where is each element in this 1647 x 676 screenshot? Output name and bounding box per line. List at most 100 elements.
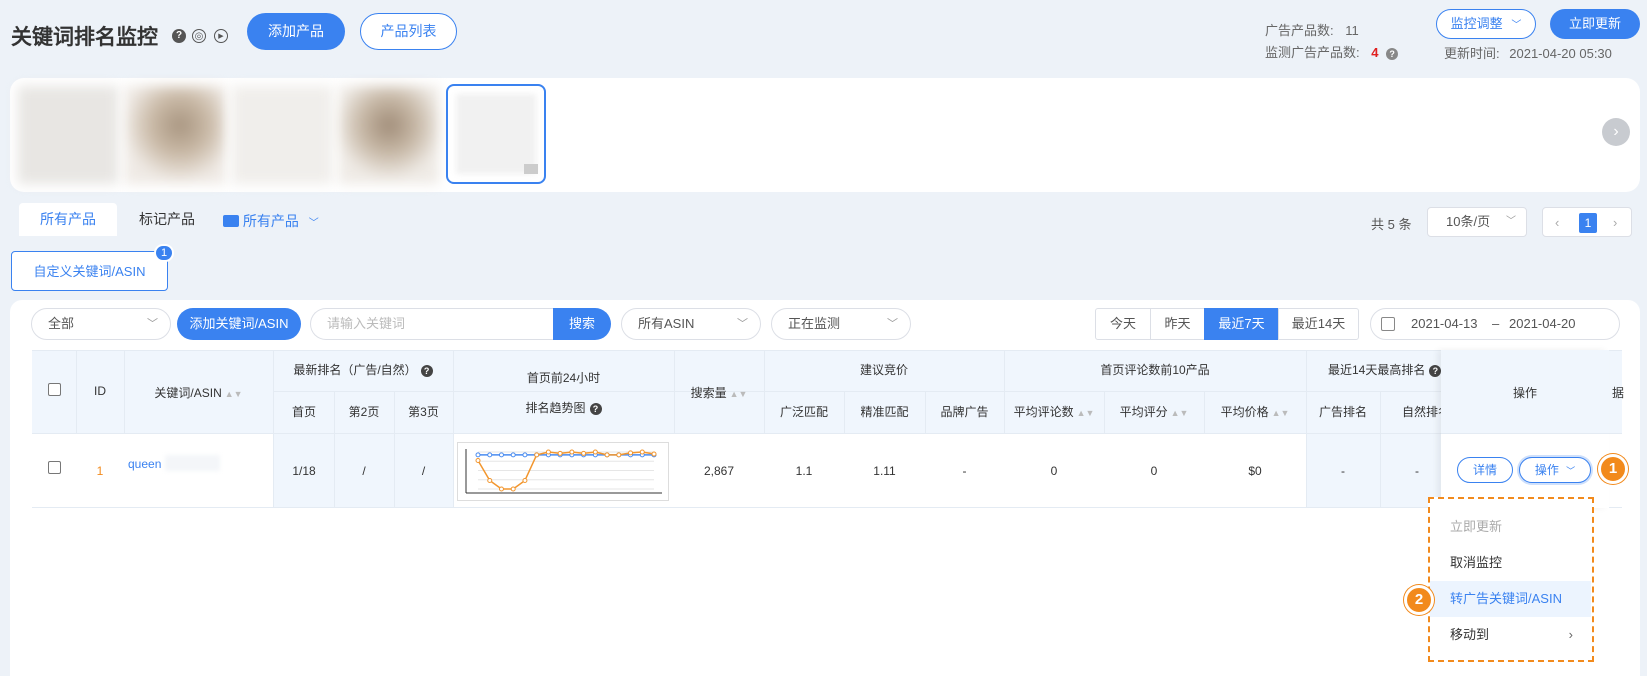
col-top10: 首页评论数前10产品 [1100,363,1210,377]
page-size-select[interactable]: 10条/页 ﹀ [1427,207,1527,237]
product-image [456,94,536,174]
row-checkbox[interactable] [48,461,61,474]
update-time-label: 更新时间: [1444,46,1500,61]
asin-select-value: 所有ASIN [638,316,695,331]
sort-icon[interactable]: ▲▼ [1077,408,1095,418]
menu-item-convert-ad-keyword[interactable]: 转广告关键词/ASIN [1430,581,1591,617]
help-icon[interactable]: ? [1386,48,1399,60]
row-avg-reviews: 0 [1050,464,1058,478]
folder-filter[interactable]: 所有产品 ﹀ [223,211,319,231]
select-all-checkbox[interactable] [48,383,61,396]
detail-button[interactable]: 详情 [1457,457,1513,483]
col-suggested-bid: 建议竞价 [859,363,908,377]
series-0-point-2 [498,452,504,458]
ad-products-value: 11 [1345,23,1359,38]
settings-circle-icon[interactable]: ◎ [192,29,206,43]
product-thumbnail[interactable] [339,86,439,184]
product-thumbnail-selected[interactable] [446,84,546,184]
series-1-point-12 [616,452,622,458]
row-avg-rating: 0 [1150,464,1158,478]
add-keyword-button[interactable]: 添加关键词/ASIN [177,308,301,340]
product-thumbnail[interactable] [18,86,118,184]
chevron-down-icon: ﹀ [1506,216,1516,227]
series-1-point-4 [522,477,528,483]
chevron-left-icon[interactable]: ‹ [1555,215,1559,230]
series-0-point-3 [510,452,516,458]
pagination: ‹ 1 › [1542,207,1632,237]
col-trend-line2: 排名趋势图 [525,401,586,415]
sort-icon[interactable]: ▲▼ [1171,408,1189,418]
search-input[interactable]: 请输入关键词 [310,308,555,340]
row-search-volume: 2,867 [703,464,735,478]
range-today[interactable]: 今天 [1095,308,1151,340]
step-marker-2: 2 [1404,585,1434,615]
update-time: 更新时间: 2021-04-20 05:30 [1444,43,1612,62]
image-corner-tag [524,164,538,174]
search-button[interactable]: 搜索 [553,308,611,340]
col-page1: 首页 [291,405,316,419]
update-now-button[interactable]: 立即更新 [1550,9,1640,39]
date-end[interactable]: 2021-04-20 [1509,309,1576,339]
col-search-volume[interactable]: 搜索量 ▲▼ [674,384,764,401]
col-avg-reviews[interactable]: 平均评论数 ▲▼ [1004,403,1104,420]
tab-marked-products[interactable]: 标记产品 [122,203,212,236]
operations-button[interactable]: 操作 ﹀ [1519,457,1591,483]
col-avg-rating-label: 平均评分 [1119,405,1168,419]
col-avg-rating[interactable]: 平均评分 ▲▼ [1104,403,1204,420]
chevron-down-icon: ﹀ [1511,20,1522,31]
help-icon[interactable]: ? [589,403,602,415]
sort-icon[interactable]: ▲▼ [1272,408,1290,418]
col-broad: 广泛匹配 [779,405,828,419]
row-keyword-link[interactable]: queen [128,457,161,471]
range-yesterday[interactable]: 昨天 [1150,308,1205,340]
scope-select[interactable]: 全部 ﹀ [31,308,171,340]
col-avg-price[interactable]: 平均价格 ▲▼ [1204,403,1306,420]
chevron-right-icon[interactable]: › [1613,215,1617,230]
play-icon[interactable]: ▶ [214,29,228,43]
col-latest-rank: 最新排名（广告/自然）? [273,361,453,378]
product-thumbnail[interactable] [125,86,225,184]
custom-keyword-tab[interactable]: 自定义关键词/ASIN [11,251,168,291]
page-header: 关键词排名监控 ? ◎ ▶ 添加产品 产品列表 广告产品数: 11 监测广告产品… [0,0,1647,70]
date-range-picker[interactable]: 2021-04-13 – 2021-04-20 [1370,308,1620,340]
asin-select[interactable]: 所有ASIN ﹀ [621,308,761,340]
trend-chart-svg [465,449,662,494]
help-icon[interactable]: ? [420,365,433,377]
col-trend-line1: 首页前24小时 [526,371,601,385]
redacted-text [165,455,220,471]
ad-products-stat: 广告产品数: 11 [1265,20,1359,39]
chevron-right-icon[interactable]: › [1602,118,1630,146]
operations-dropdown: 立即更新 取消监控 转广告关键词/ASIN 移动到 › [1428,497,1594,662]
product-thumbnail[interactable] [232,86,332,184]
trend-chart[interactable] [457,442,669,501]
series-1-point-14 [639,449,645,455]
product-carousel: › [10,78,1640,192]
product-list-button[interactable]: 产品列表 [360,13,457,50]
range-last-14-days[interactable]: 最近14天 [1278,308,1359,340]
chevron-down-icon: ﹀ [147,318,158,330]
help-icon[interactable]: ? [1429,365,1442,377]
col-keyword[interactable]: 关键词/ASIN ▲▼ [124,384,273,401]
sort-icon[interactable]: ▲▼ [730,389,748,399]
series-0-point-0 [475,452,481,458]
monitor-adjust-button[interactable]: 监控调整 ﹀ [1436,9,1536,39]
menu-item-cancel-monitor[interactable]: 取消监控 [1430,545,1591,581]
folder-icon [223,215,239,227]
col-page3: 第3页 [408,405,439,419]
page-current[interactable]: 1 [1579,213,1597,233]
chevron-down-icon: ﹀ [737,318,748,330]
sort-icon[interactable]: ▲▼ [225,389,243,399]
monitor-adjust-label: 监控调整 [1450,16,1503,31]
row-page1: 1/18 [292,464,316,478]
help-icon[interactable]: ? [172,29,186,43]
add-product-button[interactable]: 添加产品 [247,13,345,50]
range-last-7-days[interactable]: 最近7天 [1204,308,1279,340]
header-divider [274,391,1441,392]
tab-all-products[interactable]: 所有产品 [19,203,117,236]
date-separator: – [1492,316,1500,331]
menu-item-update-now[interactable]: 立即更新 [1430,509,1591,545]
date-start[interactable]: 2021-04-13 [1411,309,1478,339]
status-select[interactable]: 正在监测 ﹀ [771,308,911,340]
menu-item-move-to[interactable]: 移动到 › [1430,617,1591,653]
col-page2: 第2页 [348,405,380,419]
